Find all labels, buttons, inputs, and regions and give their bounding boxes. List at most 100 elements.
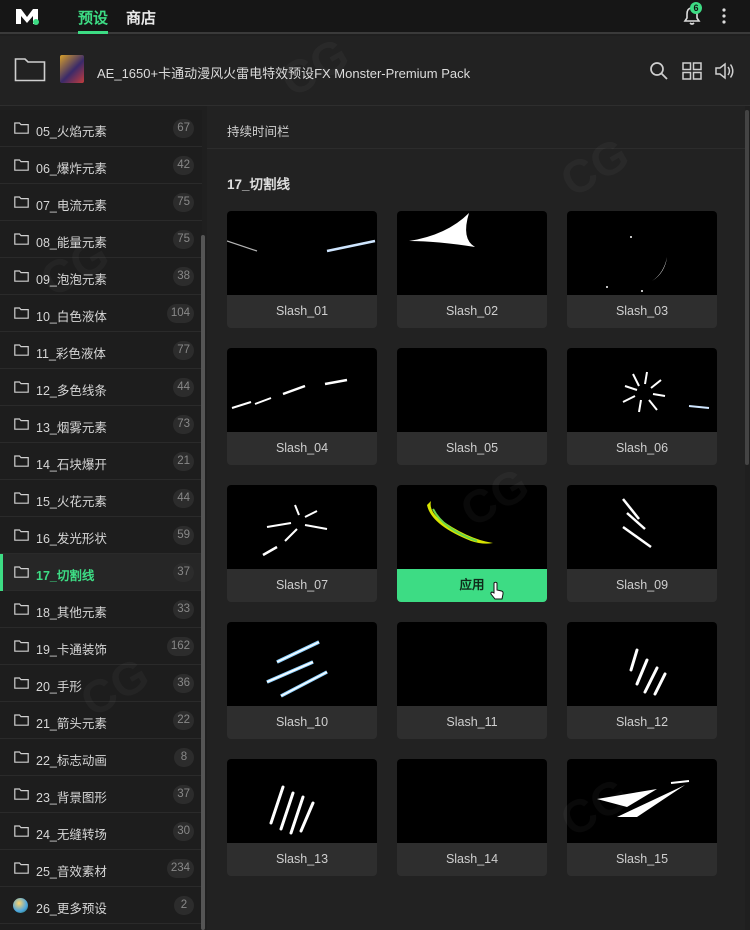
sidebar-item-count: 77 [173,341,194,360]
sidebar-item[interactable]: 12_多色线条 44 [0,369,202,406]
sidebar-item-label: 21_箭头元素 [36,717,107,731]
sidebar-item[interactable]: 25_音效素材 234 [0,850,202,887]
preset-thumbnail[interactable] [397,759,547,843]
tab-presets[interactable]: 预设 [78,7,108,28]
preset-name: Slash_02 [445,304,499,318]
category-sidebar: 05_火焰元素 67 06_爆炸元素 42 07_电流元素 75 08_能量元素 75 09_泡… [0,110,202,930]
preset-name: Slash_05 [445,441,499,455]
sidebar-item[interactable]: 13_烟雾元素 73 [0,406,202,443]
preset-thumbnail[interactable] [227,759,377,843]
sidebar-item-count: 37 [173,563,194,582]
top-bar: 预设 商店 6 [0,0,750,34]
folder-icon [14,714,29,726]
sidebar-item[interactable]: 18_其他元素 33 [0,591,202,628]
section-title: 17_切割线 [227,177,291,192]
search-icon[interactable] [648,60,670,82]
preset-name: Slash_03 [615,304,669,318]
more-menu-icon[interactable] [718,6,730,26]
pack-thumbnail [60,55,84,83]
tab-store[interactable]: 商店 [126,7,156,28]
sidebar-item-label: 09_泡泡元素 [36,273,107,287]
preset-card[interactable]: Slash_10 [227,622,377,739]
sidebar-item[interactable]: 07_电流元素 75 [0,184,202,221]
folder-icon [14,566,29,578]
sidebar-item[interactable]: 19_卡通装饰 162 [0,628,202,665]
sidebar-scrollbar[interactable] [201,235,205,930]
sidebar-item-label: 07_电流元素 [36,199,107,213]
grid-view-icon[interactable] [681,60,703,82]
preset-name: Slash_13 [275,852,329,866]
preset-thumbnail[interactable] [567,485,717,569]
preset-thumbnail[interactable] [227,485,377,569]
preset-card[interactable]: Slash_07 [227,485,377,602]
sidebar-item[interactable]: 17_切割线 37 [0,554,202,591]
preset-name: Slash_04 [275,441,329,455]
sidebar-item-label: 25_音效素材 [36,865,107,879]
sidebar-item-label: 12_多色线条 [36,384,107,398]
preset-card[interactable]: 应用 [397,485,547,602]
folder-icon [14,418,29,430]
sidebar-item[interactable]: 23_背景图形 37 [0,776,202,813]
sidebar-item[interactable]: 06_爆炸元素 42 [0,147,202,184]
preset-thumbnail[interactable] [227,211,377,295]
preset-card[interactable]: Slash_11 [397,622,547,739]
apply-button[interactable]: 应用 [397,569,547,602]
duration-bar-label[interactable]: 持续时间栏 [227,121,290,140]
sidebar-item-count: 75 [173,230,194,249]
folder-icon [14,751,29,763]
sidebar-item-count: 75 [173,193,194,212]
preset-name: Slash_09 [615,578,669,592]
sidebar-item[interactable]: 08_能量元素 75 [0,221,202,258]
sidebar-item-count: 162 [166,637,194,656]
sidebar-item-count: 30 [173,822,194,841]
preset-card[interactable]: Slash_12 [567,622,717,739]
preset-thumbnail[interactable] [397,485,547,569]
sidebar-item[interactable]: 20_手形 36 [0,665,202,702]
sidebar-item-label: 24_无缝转场 [36,828,107,842]
preset-thumbnail[interactable] [567,348,717,432]
preset-thumbnail[interactable] [397,348,547,432]
preset-card[interactable]: Slash_03 [567,211,717,328]
preset-card[interactable]: Slash_04 [227,348,377,465]
main-scrollbar[interactable] [745,110,749,465]
folder-icon[interactable] [14,56,46,82]
folder-icon [14,825,29,837]
sidebar-item[interactable]: 24_无缝转场 30 [0,813,202,850]
sidebar-item-count: 44 [173,489,194,508]
preset-thumbnail[interactable] [397,622,547,706]
folder-icon [14,307,29,319]
sidebar-item-label: 17_切割线 [36,569,95,583]
preset-panel: 持续时间栏 17_切割线 Slash_01 Slash_02 Slash_03 Sla… [207,106,745,930]
sidebar-item[interactable]: 21_箭头元素 22 [0,702,202,739]
sidebar-item[interactable]: 14_石块爆开 21 [0,443,202,480]
sidebar-item[interactable]: 11_彩色液体 77 [0,332,202,369]
sidebar-item[interactable]: 16_发光形状 59 [0,517,202,554]
sidebar-item[interactable]: 10_白色液体 104 [0,295,202,332]
sidebar-item-label: 15_火花元素 [36,495,107,509]
preset-thumbnail[interactable] [567,622,717,706]
sidebar-item[interactable]: 22_标志动画 8 [0,739,202,776]
folder-icon [14,677,29,689]
preset-thumbnail[interactable] [227,622,377,706]
volume-icon[interactable] [714,60,736,82]
sidebar-item[interactable]: 26_更多预设 2 [0,887,202,924]
sidebar-item[interactable]: 09_泡泡元素 38 [0,258,202,295]
preset-thumbnail[interactable] [567,211,717,295]
sidebar-item[interactable]: 05_火焰元素 67 [0,110,202,147]
sidebar-item-count: 73 [173,415,194,434]
preset-card[interactable]: Slash_06 [567,348,717,465]
sidebar-item-count: 2 [174,896,194,915]
preset-thumbnail[interactable] [227,348,377,432]
preset-card[interactable]: Slash_01 [227,211,377,328]
preset-card[interactable]: Slash_05 [397,348,547,465]
preset-card[interactable]: Slash_13 [227,759,377,876]
preset-name: Slash_15 [615,852,669,866]
preset-thumbnail[interactable] [567,759,717,843]
preset-thumbnail[interactable] [397,211,547,295]
sidebar-item-label: 14_石块爆开 [36,458,107,472]
preset-card[interactable]: Slash_02 [397,211,547,328]
preset-card[interactable]: Slash_15 [567,759,717,876]
preset-card[interactable]: Slash_09 [567,485,717,602]
preset-card[interactable]: Slash_14 [397,759,547,876]
sidebar-item[interactable]: 15_火花元素 44 [0,480,202,517]
